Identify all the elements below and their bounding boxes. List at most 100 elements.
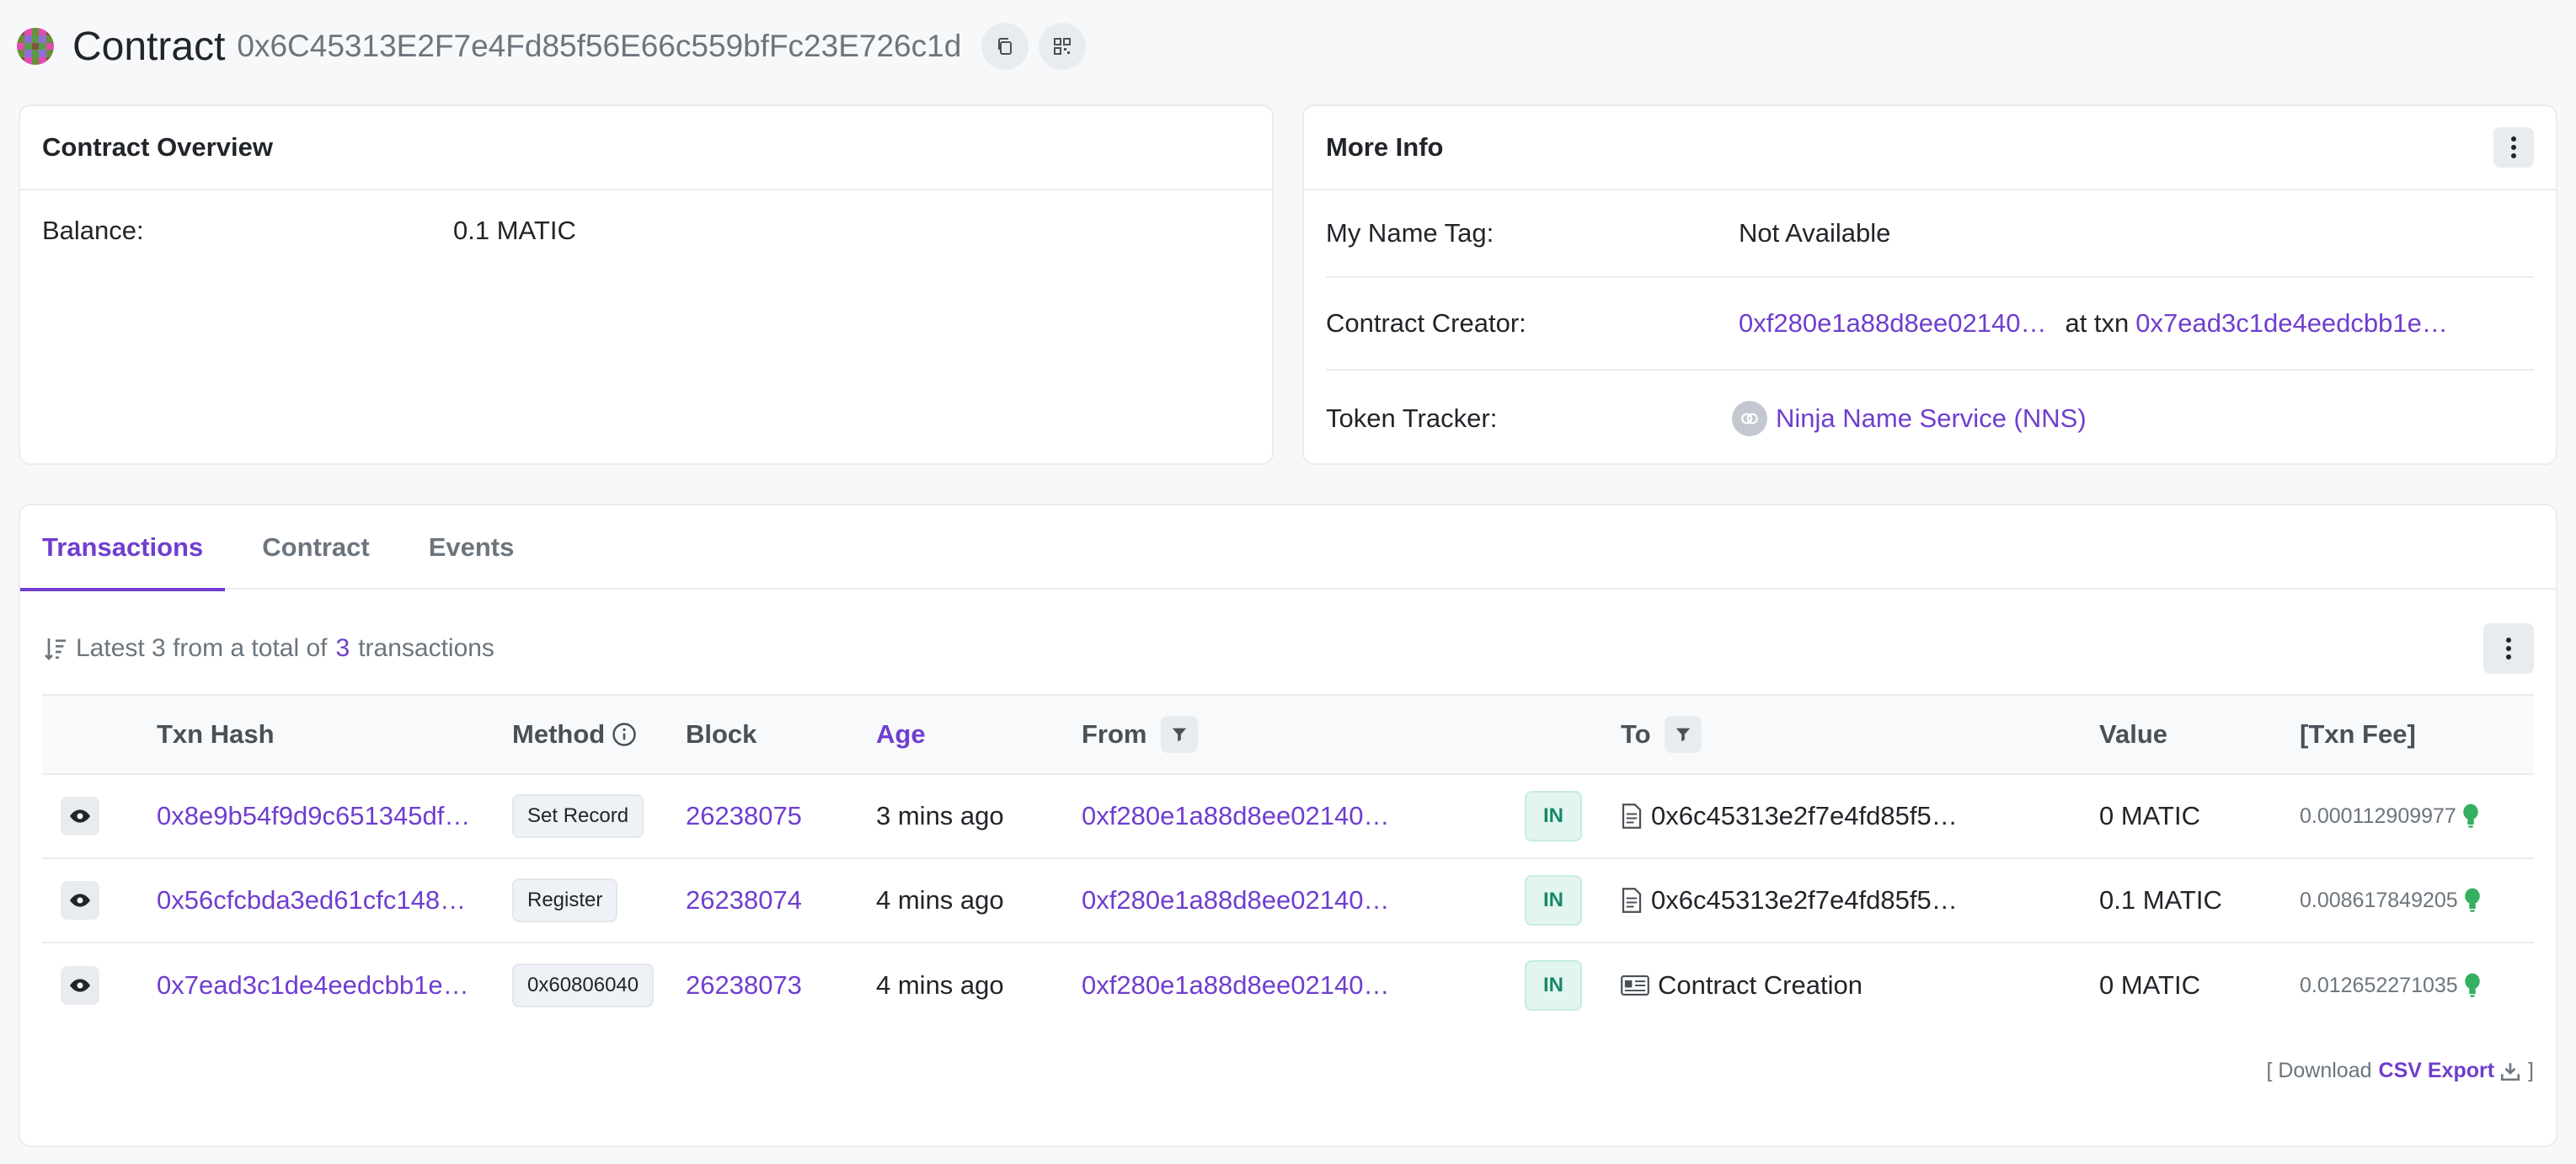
txn-hash-link[interactable]: 0x56cfcbda3ed61cfc148… <box>157 859 466 942</box>
table-row: 0x56cfcbda3ed61cfc148… Register 26238074… <box>42 859 2534 943</box>
page-header: Contract 0x6C45313E2F7e4Fd85f56E66c559bf… <box>17 19 1096 74</box>
from-address-link[interactable]: 0xf280e1a88d8ee02140… <box>1082 859 1389 942</box>
name-tag-value: Not Available <box>1739 218 1891 248</box>
more-info-header: More Info <box>1304 106 2556 190</box>
txn-fee-value: 0.012652271035 <box>2300 973 2458 997</box>
info-icon[interactable] <box>612 722 637 747</box>
col-method-label: Method <box>512 719 606 749</box>
direction-badge: IN <box>1525 791 1582 841</box>
table-header: Txn Hash Method Block Age From To Value … <box>42 694 2534 775</box>
txn-fee-value: 0.000112909977 <box>2300 804 2456 828</box>
qr-code-button[interactable] <box>1039 23 1087 70</box>
transactions-table: Txn Hash Method Block Age From To Value … <box>42 694 2534 1028</box>
age-value: 3 mins ago <box>876 801 1004 830</box>
col-to: To <box>1621 696 1702 773</box>
direction-badge: IN <box>1525 960 1582 1011</box>
at-txn-label: at txn <box>2065 308 2130 338</box>
tab-bar: Transactions Contract Events <box>19 505 2556 591</box>
gas-bulb-icon <box>2464 973 2480 997</box>
qr-code-icon <box>1054 38 1072 55</box>
csv-export-label: CSV Export <box>2378 1059 2495 1082</box>
txn-fee-value: 0.008617849205 <box>2300 888 2458 912</box>
contract-address: 0x6C45313E2F7e4Fd85f56E66c559bfFc23E726c… <box>237 29 962 63</box>
to-address-link[interactable]: 0x6c45313e2f7e4fd85f5… <box>1651 885 1958 916</box>
contract-creation-icon <box>1621 974 1649 996</box>
transactions-menu-button[interactable] <box>2483 623 2534 674</box>
from-filter-button[interactable] <box>1160 716 1198 753</box>
to-value: Contract Creation <box>1621 943 1863 1028</box>
table-row: 0x7ead3c1de4eedcbb1e… 0x60806040 2623807… <box>42 943 2534 1028</box>
eye-icon <box>70 894 90 907</box>
col-to-label: To <box>1621 719 1651 749</box>
balance-value: 0.1 MATIC <box>453 216 576 245</box>
token-tracker-link[interactable]: Ninja Name Service (NNS) <box>1776 403 2087 434</box>
value-amount: 0 MATIC <box>2099 801 2200 830</box>
col-block: Block <box>686 719 757 749</box>
contract-overview-card: Contract Overview Balance: 0.1 MATIC <box>19 104 1274 465</box>
page-title: Contract <box>72 24 226 69</box>
col-age[interactable]: Age <box>876 696 926 773</box>
col-value: Value <box>2099 719 2167 749</box>
age-value: 4 mins ago <box>876 970 1004 1000</box>
txn-hash-link[interactable]: 0x7ead3c1de4eedcbb1e… <box>157 943 469 1028</box>
contract-identicon <box>17 28 54 65</box>
more-info-menu-button[interactable] <box>2493 127 2534 168</box>
value-amount: 0 MATIC <box>2099 970 2200 1000</box>
method-badge: Set Record <box>512 794 644 838</box>
col-txn-hash: Txn Hash <box>157 719 275 749</box>
download-open: [ Download <box>2266 1059 2372 1082</box>
col-method: Method <box>512 696 637 773</box>
transactions-card: Transactions Contract Events Latest 3 fr… <box>19 504 2557 1147</box>
to-value: 0x6c45313e2f7e4fd85f5… <box>1621 859 1958 942</box>
preview-button[interactable] <box>61 881 99 920</box>
transactions-summary: Latest 3 from a total of 3 transactions <box>42 623 2534 674</box>
tab-events[interactable]: Events <box>429 505 515 590</box>
contract-overview-title: Contract Overview <box>42 132 273 162</box>
table-row: 0x8e9b54f9d9c651345df… Set Record 262380… <box>42 775 2534 859</box>
more-info-card: More Info My Name Tag: Not Available Con… <box>1302 104 2557 465</box>
token-tracker-label: Token Tracker: <box>1326 403 1498 433</box>
eye-icon <box>70 809 90 823</box>
from-address-link[interactable]: 0xf280e1a88d8ee02140… <box>1082 775 1389 857</box>
sort-icon <box>45 638 66 660</box>
age-value: 4 mins ago <box>876 885 1004 915</box>
method-badge: Register <box>512 878 618 922</box>
contract-creation-label: Contract Creation <box>1658 970 1863 1000</box>
balance-label: Balance: <box>42 216 144 245</box>
gas-bulb-icon <box>2463 804 2478 828</box>
preview-button[interactable] <box>61 966 99 1005</box>
tab-transactions[interactable]: Transactions <box>19 505 226 591</box>
txn-hash-link[interactable]: 0x8e9b54f9d9c651345df… <box>157 775 470 857</box>
summary-count-link[interactable]: 3 <box>336 634 350 663</box>
col-txn-fee: [Txn Fee] <box>2300 719 2416 749</box>
creator-value: 0xf280e1a88d8ee02140… at txn 0x7ead3c1de… <box>1739 308 2448 339</box>
tab-contract[interactable]: Contract <box>262 505 369 590</box>
direction-badge: IN <box>1525 875 1582 926</box>
token-tracker-value: Ninja Name Service (NNS) <box>1732 401 2087 436</box>
col-from: From <box>1082 696 1198 773</box>
to-value: 0x6c45313e2f7e4fd85f5… <box>1621 775 1958 857</box>
csv-export-link[interactable]: CSV Export <box>2379 1059 2522 1083</box>
download-close: ] <box>2528 1059 2534 1082</box>
balance-row: Balance: 0.1 MATIC <box>42 216 576 246</box>
from-address-link[interactable]: 0xf280e1a88d8ee02140… <box>1082 943 1389 1028</box>
creator-txn-link[interactable]: 0x7ead3c1de4eedcbb1e… <box>2135 308 2448 339</box>
summary-suffix: transactions <box>358 634 494 662</box>
contract-file-icon <box>1622 888 1642 913</box>
gas-bulb-icon <box>2464 888 2480 912</box>
copy-address-button[interactable] <box>981 23 1029 70</box>
preview-button[interactable] <box>61 797 99 836</box>
to-address-link[interactable]: 0x6c45313e2f7e4fd85f5… <box>1651 801 1958 831</box>
eye-icon <box>70 979 90 992</box>
block-link[interactable]: 26238074 <box>686 859 802 942</box>
block-link[interactable]: 26238075 <box>686 775 802 857</box>
block-link[interactable]: 26238073 <box>686 943 802 1028</box>
copy-icon <box>998 38 1013 55</box>
method-badge: 0x60806040 <box>512 964 655 1007</box>
to-filter-button[interactable] <box>1664 716 1702 753</box>
filter-icon <box>1675 728 1690 742</box>
filter-icon <box>1172 728 1186 742</box>
creator-address-link[interactable]: 0xf280e1a88d8ee02140… <box>1739 308 2046 339</box>
token-tracker-row: Token Tracker: Ninja Name Service (NNS) <box>1304 371 2556 467</box>
name-tag-row: My Name Tag: Not Available <box>1304 190 2556 276</box>
